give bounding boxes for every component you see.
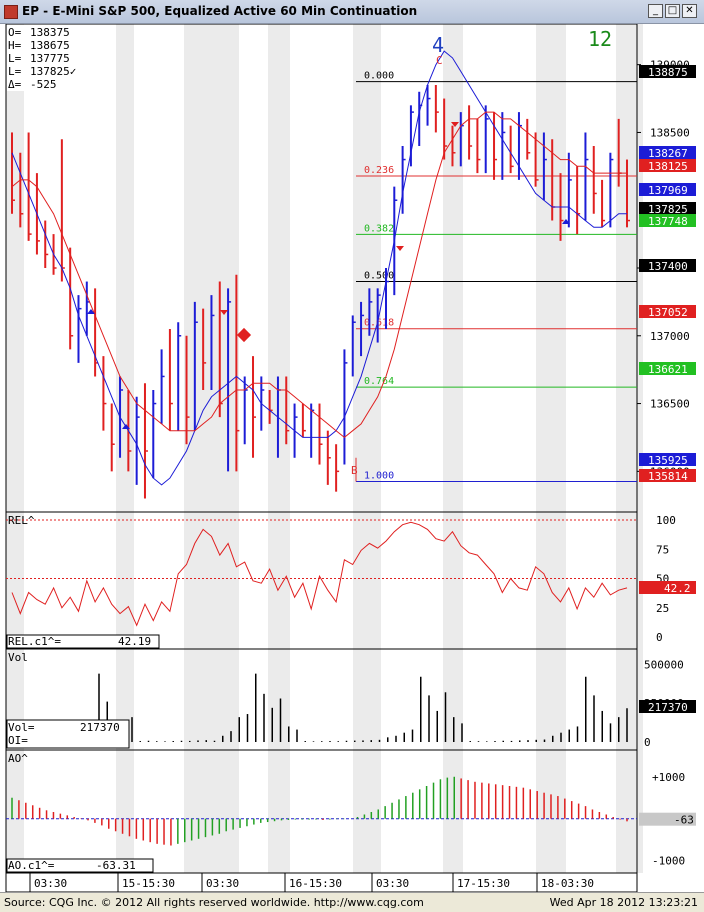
price-tag-label: 138125 — [648, 160, 688, 173]
footer: Source: CQG Inc. © 2012 All rights reser… — [0, 892, 704, 912]
time-axis: 03:30 15-15:30 03:30 16-15:30 03:30 17-15:30 1… — [5, 872, 638, 893]
rel-panel: REL^ 100755025042.2REL.c1^= 42.19 — [6, 514, 696, 649]
rel-scale-label: 100 — [656, 514, 676, 527]
ohlc-value: -525 — [30, 78, 57, 91]
fib-label: 0.500 — [364, 271, 394, 282]
fib-label: 0.382 — [364, 223, 394, 234]
timestamp: Wed Apr 18 2012 13:23:21 — [549, 896, 698, 909]
rel-readout-label: REL.c1^= — [8, 635, 61, 648]
ohlc-value: 138675 — [30, 39, 70, 52]
price-tag-label: 136621 — [648, 363, 688, 376]
rel-scale-label: 0 — [656, 631, 663, 644]
signal-diamond — [236, 327, 252, 343]
ao-readout-label: AO.c1^= — [8, 859, 55, 872]
session-shade — [268, 24, 290, 873]
ohlc-label: L= — [8, 65, 22, 78]
minimize-button[interactable]: _ — [648, 4, 663, 18]
ohlc-label: L= — [8, 52, 22, 65]
fib-label: 0.764 — [364, 376, 394, 387]
fib-label: 1.000 — [364, 471, 394, 482]
price-tag-label: 137748 — [648, 215, 688, 228]
session-shade — [184, 24, 239, 873]
price-tag-label: 137400 — [648, 260, 688, 273]
price-scale: 1390001385001375001370001365001360001388… — [637, 59, 696, 483]
vol-tag-label: 217370 — [648, 701, 688, 714]
scale-label: 136500 — [650, 398, 690, 411]
close-button[interactable]: ✕ — [682, 4, 697, 18]
time-label: 15-15:30 — [122, 877, 175, 890]
rel-scale-label: 25 — [656, 602, 669, 615]
price-tag-label: 138267 — [648, 147, 688, 160]
scale-label: 138500 — [650, 126, 690, 139]
chart-area[interactable]: 0.000 0.236 0.382 0.500 0.618 0.764 1.000 4 12 C… — [0, 23, 704, 893]
vol-scale-label: 0 — [644, 736, 651, 749]
annotations: 4 12CB — [87, 27, 612, 477]
abc-label: B — [351, 464, 358, 477]
vol-scale-label: 500000 — [644, 658, 684, 671]
ao-readout-value: -63.31 — [96, 859, 136, 872]
ohlc-value: 138375 — [30, 26, 70, 39]
source-note: Source: CQG Inc. © 2012 All rights reser… — [4, 896, 424, 909]
chart-svg: 0.0000.2360.3820.5000.6180.7641.000 4 12C… — [5, 23, 696, 893]
abc-label: C — [436, 54, 443, 67]
ohlc-label: Δ= — [8, 78, 22, 91]
ao-tag-label: -63 — [674, 814, 694, 827]
ao-scale-label: +1000 — [652, 771, 685, 784]
price-tag-label: 135814 — [648, 470, 688, 483]
app-icon — [4, 5, 18, 19]
ohlc-label: H= — [8, 39, 22, 52]
rel-line — [11, 521, 628, 627]
session-shade — [353, 24, 381, 873]
maximize-button[interactable]: □ — [665, 4, 680, 18]
ao-panel: AO^ +1000 -1000 -63 AO.c1^= -63.31 — [6, 752, 696, 873]
time-label: 03:30 — [376, 877, 409, 890]
ohlc-value: 137775 — [30, 52, 70, 65]
fib-label: 0.000 — [364, 71, 394, 82]
oi-readout-label: OI= — [8, 734, 28, 747]
down-marker — [396, 246, 404, 251]
vol-readout-label: Vol= — [8, 721, 35, 734]
price-tag-label: 137969 — [648, 184, 688, 197]
time-label: 17-15:30 — [457, 877, 510, 890]
session-shade — [616, 24, 643, 873]
vol-panel: Vol5000002500000217370Vol=217370OI= — [6, 651, 696, 749]
fib-label: 0.236 — [364, 165, 394, 176]
panel-title: Vol — [8, 651, 28, 664]
panel-title: AO^ — [8, 752, 28, 765]
window-title: EP - E-Mini S&P 500, Equalized Active 60… — [22, 4, 418, 18]
time-label: 16-15:30 — [289, 877, 342, 890]
price-tag-label: 138875 — [648, 66, 688, 79]
fibonacci-levels: 0.0000.2360.3820.5000.6180.7641.000 — [355, 71, 637, 482]
time-label: 18-03:30 — [541, 877, 594, 890]
scale-label: 137000 — [650, 330, 690, 343]
rel-scale-label: 75 — [656, 543, 669, 556]
ao-scale-label: -1000 — [652, 855, 685, 868]
price-tag-label: 137052 — [648, 306, 688, 319]
rel-tag-label: 42.2 — [664, 582, 691, 595]
readouts: O= 138375 H= 138675 L= 137775 L= 137825✓ Δ= -525 — [7, 25, 91, 91]
time-label: 03:30 — [34, 877, 67, 890]
ohlc-label: O= — [8, 26, 22, 39]
price-tag-label: 135925 — [648, 454, 688, 467]
vol-readout-value: 217370 — [80, 721, 120, 734]
rel-readout-value: 42.19 — [118, 635, 151, 648]
wave-count: 12 — [588, 27, 612, 51]
ohlc-value: 137825✓ — [30, 65, 76, 78]
title-bar: EP - E-Mini S&P 500, Equalized Active 60… — [0, 0, 704, 24]
time-label: 03:30 — [206, 877, 239, 890]
